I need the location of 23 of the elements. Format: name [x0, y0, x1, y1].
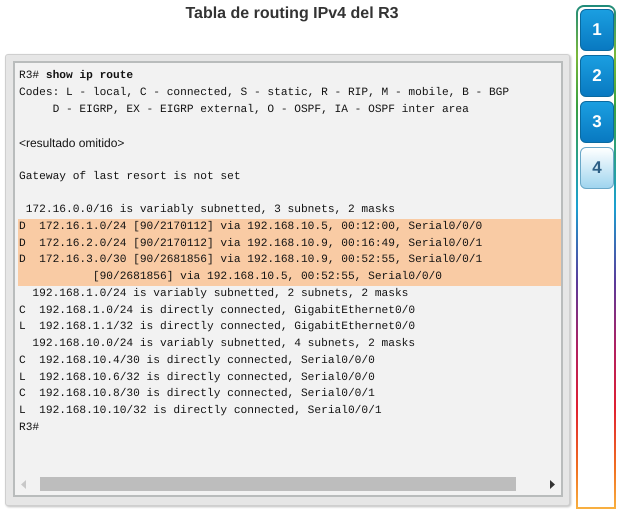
command-line: R3# show ip route — [18, 68, 134, 84]
output-note: <resultado omitido> — [18, 135, 126, 152]
output-line: Gateway of last resort is not set — [18, 170, 242, 184]
output-line: 172.16.0.0/16 is variably subnetted, 3 subnets, 2 masks — [24, 202, 396, 218]
step-tab[interactable]: 3 — [580, 101, 614, 143]
output-line: C 192.168.10.4/30 is directly connected, Serial0/0/0 — [18, 354, 376, 369]
output-line: L 192.168.10.10/32 is directly connected, Serial0/0/1 — [18, 404, 383, 419]
scroll-right-icon[interactable] — [550, 480, 555, 488]
output-line: 192.168.1.0/24 is variably subnetted, 2 subnets, 2 masks — [31, 286, 410, 302]
step-tab[interactable]: 2 — [580, 55, 614, 97]
output-line: R3# — [18, 420, 40, 436]
output-line: 192.168.10.0/24 is variably subnetted, 4 subnets, 2 masks — [31, 336, 416, 352]
step-tab[interactable]: 1 — [580, 9, 614, 51]
output-line: D - EIGRP, EX - EIGRP external, O - OSPF, IA - OSPF inter area — [52, 102, 470, 118]
step-tab[interactable]: 4 — [580, 147, 614, 189]
output-line: C 192.168.1.0/24 is directly connected, GigabitEthernet0/0 — [18, 304, 416, 318]
scroll-left-icon[interactable] — [21, 480, 26, 488]
output-line: L 192.168.1.1/32 is directly connected, GigabitEthernet0/0 — [18, 320, 416, 336]
output-line: C 192.168.10.8/30 is directly connected, Serial0/0/1 — [18, 386, 376, 402]
page-title: Tabla de routing IPv4 del R3 — [185, 5, 399, 23]
output-line: Codes: L - local, C - connected, S - static, R - RIP, M - mobile, B - BGP — [18, 86, 510, 101]
output-line: L 192.168.10.6/32 is directly connected, Serial0/0/0 — [18, 370, 376, 386]
scroll-thumb[interactable] — [40, 477, 516, 491]
